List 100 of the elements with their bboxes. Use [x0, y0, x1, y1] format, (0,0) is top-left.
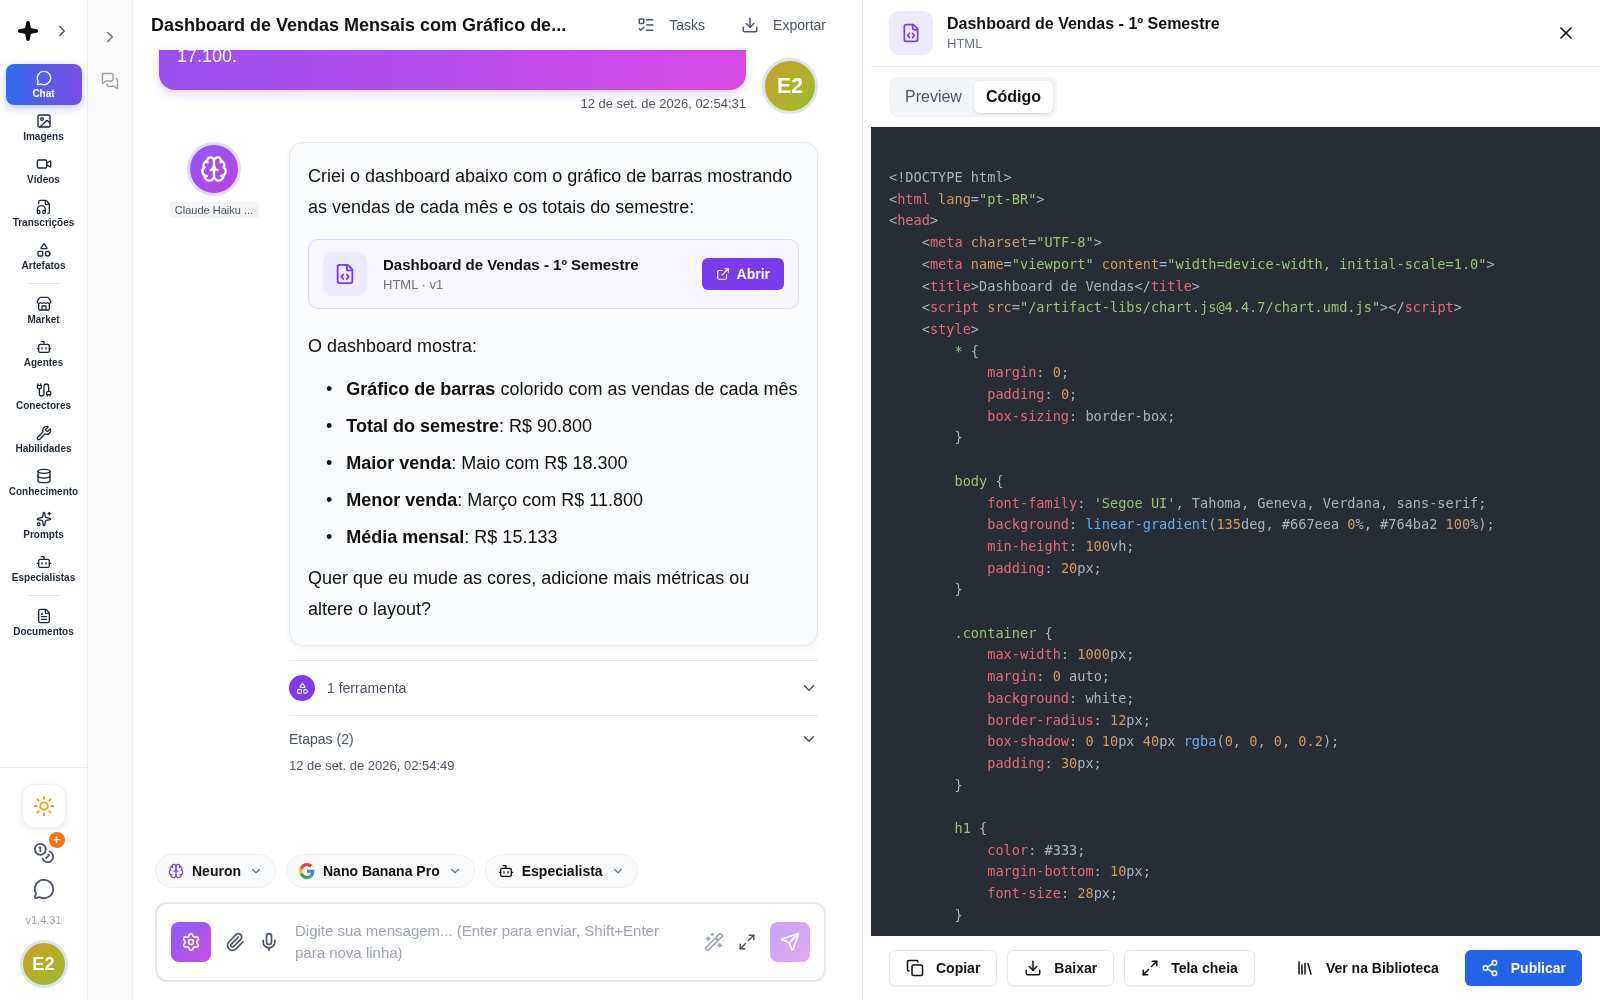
- nav-item[interactable]: Transcrições: [5, 193, 82, 234]
- nav-item[interactable]: Especialistas: [5, 548, 82, 589]
- code-line: background: white;: [986, 688, 1136, 708]
- sparkles-icon: [35, 511, 52, 527]
- image-icon: [35, 113, 52, 129]
- code-line: * {: [953, 341, 981, 361]
- audio-file-icon: [35, 199, 52, 215]
- user-message: 17.100.: [159, 50, 746, 90]
- footer-button[interactable]: Copiar: [889, 950, 998, 986]
- message-field[interactable]: Digite sua mensagem... (Enter para enviar, Shift+Enter para nova linha): [155, 902, 826, 982]
- nav-item[interactable]: Agentes: [5, 333, 82, 374]
- logo-icon: [16, 20, 39, 42]
- bullet-text: Gráfico de barras colorido com as vendas de cada mês: [346, 378, 798, 401]
- user-avatar: E2: [762, 58, 818, 114]
- expand-icon: [738, 933, 756, 951]
- code-line: .container {: [953, 623, 1054, 643]
- code-line: background: linear-gradient(135deg, #667eea 0%, #764ba2 100%);: [986, 515, 1496, 535]
- code-line: }: [953, 905, 964, 925]
- expand-button[interactable]: [738, 933, 756, 951]
- tab[interactable]: Preview: [893, 81, 974, 113]
- footer-button[interactable]: Baixar: [1007, 950, 1115, 986]
- brain-icon: [200, 155, 228, 183]
- external-link-icon: [715, 267, 730, 281]
- magic-wand-icon: [704, 932, 724, 952]
- bullet-text: Maior venda: Maio com R$ 18.300: [346, 452, 628, 475]
- nav-item[interactable]: Documentos: [5, 602, 82, 643]
- send-icon: [780, 932, 800, 952]
- document-icon: [35, 608, 52, 624]
- nav-item[interactable]: Vídeos: [5, 150, 82, 191]
- version-label: v1.4.31: [25, 914, 62, 926]
- footer-button[interactable]: Publicar: [1464, 950, 1582, 986]
- nav-item[interactable]: Conectores: [5, 376, 82, 417]
- coins-button[interactable]: [32, 842, 55, 864]
- artifact-card[interactable]: Dashboard de Vendas - 1º Semestre HTML · v1 Abrir: [308, 239, 799, 309]
- panel-title: Dashboard de Vendas - 1º Semestre: [947, 15, 1221, 33]
- chat-bubble-icon: [32, 878, 55, 900]
- code-line: <script src="/artifact-libs/chart.js@4.4.7/chart.umd.js"></script>: [920, 298, 1463, 318]
- paperclip-icon: [225, 932, 245, 952]
- database-icon: [35, 468, 52, 484]
- message-text: Criei o dashboard abaixo com o gráfico de barras mostrando as vendas de cada mês e os totais do semestre:: [308, 165, 794, 219]
- download-icon: [741, 16, 760, 34]
- header-action[interactable]: Tasks: [631, 15, 712, 35]
- shapes-icon: [35, 242, 52, 258]
- google-g-icon: [299, 863, 315, 879]
- nav-item[interactable]: Market: [5, 290, 82, 331]
- message-time: 12 de set. de 2026, 02:54:31: [580, 96, 746, 111]
- code-line: <meta charset="UTF-8">: [920, 233, 1103, 253]
- settings-icon: [181, 932, 201, 952]
- store-icon: [35, 296, 52, 312]
- nav-item[interactable]: Artefatos: [5, 236, 82, 277]
- selector-chip[interactable]: Especialista: [484, 854, 638, 888]
- selector-chip[interactable]: Neuron: [155, 854, 276, 888]
- code-line: box-sizing: border-box;: [986, 406, 1177, 426]
- robot-icon: [35, 554, 52, 570]
- chat-bubble-icon: [35, 70, 52, 86]
- robot-icon: [35, 339, 52, 355]
- robot-icon: [497, 863, 514, 879]
- microphone-button[interactable]: [259, 932, 279, 952]
- panel-subtitle: HTML: [947, 36, 984, 51]
- coins-icon: [32, 842, 55, 864]
- code-line: h1 {: [953, 819, 989, 839]
- nav-item[interactable]: Habilidades: [5, 419, 82, 460]
- footer-button[interactable]: Tela cheia: [1124, 950, 1255, 986]
- settings-button[interactable]: [171, 922, 211, 962]
- theme-toggle-button[interactable]: [21, 784, 66, 828]
- artifact-meta: HTML · v1: [383, 277, 445, 292]
- code-line: border-radius: 12px;: [986, 710, 1152, 730]
- copy-icon: [906, 959, 924, 977]
- bullet-text: Menor venda: Março com R$ 11.800: [346, 489, 644, 512]
- nav-item[interactable]: Prompts: [5, 505, 82, 546]
- message-text: O dashboard mostra:: [308, 335, 479, 358]
- notification-badge: +: [48, 832, 65, 848]
- code-line: color: #333;: [986, 840, 1087, 860]
- bullet-marker: •: [326, 526, 333, 549]
- message-input[interactable]: Digite sua mensagem... (Enter para enviar, Shift+Enter para nova linha): [293, 918, 690, 966]
- open-button[interactable]: Abrir: [701, 258, 784, 290]
- tab[interactable]: Código: [973, 81, 1053, 113]
- chat-title: Dashboard de Vendas Mensais com Gráfico de...: [151, 14, 568, 36]
- selector-chip[interactable]: Nano Banana Pro: [286, 854, 475, 888]
- code-line: }: [953, 775, 964, 795]
- code-file-icon: [323, 252, 367, 296]
- code-line: <meta name="viewport" content="width=device-width, initial-scale=1.0">: [920, 254, 1496, 274]
- nav-item[interactable]: Imagens: [5, 107, 82, 148]
- code-line: <head>: [889, 211, 940, 231]
- code-line: body {: [953, 471, 1005, 491]
- bullet-marker: •: [326, 415, 333, 438]
- code-line: padding: 30px;: [986, 753, 1103, 773]
- nav-item[interactable]: Conhecimento: [5, 462, 82, 503]
- code-line: box-shadow: 0 10px 40px rgba(0, 0, 0, 0.2);: [986, 732, 1341, 752]
- tools-label[interactable]: 1 ferramenta: [327, 680, 788, 696]
- steps-label[interactable]: Etapas (2): [289, 731, 800, 747]
- header-action[interactable]: Exportar: [735, 15, 832, 35]
- feedback-button[interactable]: [32, 878, 55, 900]
- code-line: }: [953, 580, 964, 600]
- nav-item[interactable]: Chat: [5, 64, 82, 105]
- bullet-text: Média mensal: R$ 15.133: [346, 526, 558, 549]
- download-icon: [1024, 959, 1043, 977]
- attach-button[interactable]: [225, 932, 245, 952]
- code-line: padding: 20px;: [986, 558, 1103, 578]
- code-line: margin: 0 auto;: [986, 667, 1111, 687]
